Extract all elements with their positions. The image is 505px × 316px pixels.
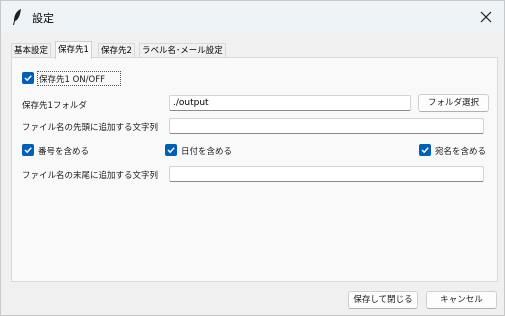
cancel-button[interactable]: キャンセル xyxy=(426,291,497,309)
window-title: 設定 xyxy=(32,12,54,25)
include-recipient-label: 宛名を含める xyxy=(435,147,487,157)
suffix-label: ファイル名の末尾に追加する文字列 xyxy=(22,171,159,181)
checkmark-icon xyxy=(24,75,32,82)
tab-save-destination-2[interactable]: 保存先2 xyxy=(98,43,135,58)
folder-select-button[interactable]: フォルダ選択 xyxy=(418,94,489,112)
checkmark-icon xyxy=(421,147,429,154)
include-recipient-checkbox[interactable] xyxy=(419,144,431,156)
include-date-checkbox[interactable] xyxy=(165,144,177,156)
include-number-label: 番号を含める xyxy=(38,147,90,157)
tab-panel-save-destination-1: 保存先1 ON/OFF 保存先1フォルダ フォルダ選択 ファイル名の先頭に追加す… xyxy=(11,57,498,282)
enable-checkbox[interactable] xyxy=(22,72,34,84)
tab-label-mail-settings[interactable]: ラベル名･メール設定 xyxy=(139,43,226,58)
tab-basic-settings[interactable]: 基本設定 xyxy=(11,43,52,58)
settings-window: 設定 基本設定 保存先1 保存先2 ラベル名･メール設定 保存先1 ON/OFF… xyxy=(0,0,505,316)
close-icon xyxy=(480,11,492,23)
save-and-close-button[interactable]: 保存して閉じる xyxy=(348,291,418,309)
feather-icon xyxy=(11,8,23,26)
close-button[interactable] xyxy=(468,1,504,33)
checkmark-icon xyxy=(24,147,32,154)
include-number-checkbox[interactable] xyxy=(22,144,34,156)
suffix-input[interactable] xyxy=(169,166,484,182)
tab-save-destination-1[interactable]: 保存先1 xyxy=(55,41,92,59)
prefix-input[interactable] xyxy=(169,118,484,134)
enable-checkbox-label: 保存先1 ON/OFF xyxy=(39,75,105,85)
prefix-label: ファイル名の先頭に追加する文字列 xyxy=(22,123,159,133)
folder-label: 保存先1フォルダ xyxy=(22,101,87,111)
title-bar[interactable]: 設定 xyxy=(1,1,504,33)
folder-input[interactable] xyxy=(169,95,411,111)
checkmark-icon xyxy=(167,147,175,154)
include-date-label: 日付を含める xyxy=(181,147,233,157)
